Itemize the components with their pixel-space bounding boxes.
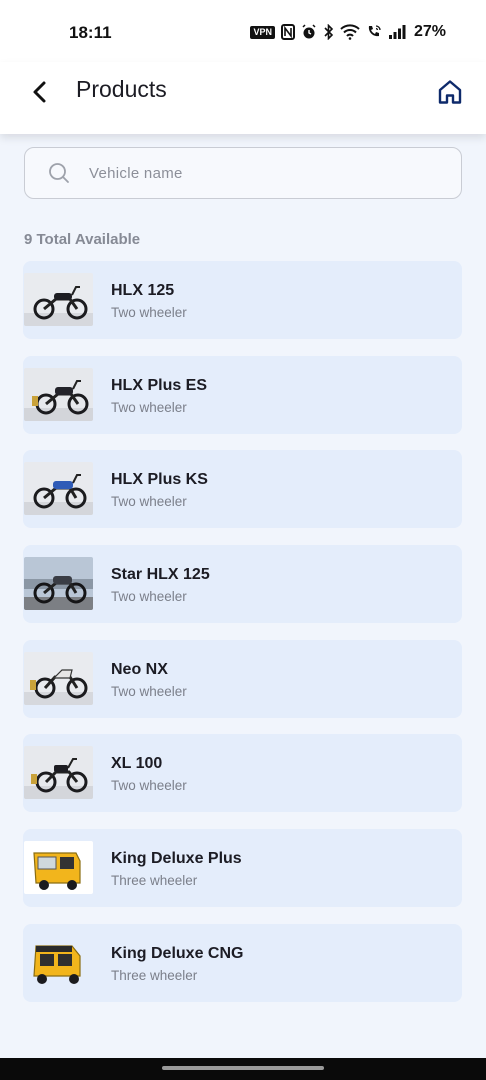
product-item[interactable]: King Deluxe Plus Three wheeler [23, 829, 462, 908]
product-item[interactable]: HLX Plus ES Two wheeler [23, 355, 462, 434]
vpn-icon: VPN [250, 25, 275, 39]
product-type: Two wheeler [111, 494, 187, 510]
back-button[interactable] [22, 74, 58, 110]
home-indicator[interactable] [162, 1066, 324, 1070]
content-area: 9 Total Available HLX 125 Two wheeler HL… [0, 134, 486, 1058]
wifi-calling-icon [366, 24, 382, 40]
wifi-icon [340, 24, 360, 40]
product-item[interactable]: XL 100 Two wheeler [23, 734, 462, 813]
product-name: HLX 125 [111, 282, 175, 299]
total-count: 9 Total Available [24, 231, 141, 248]
product-item[interactable]: HLX 125 Two wheeler [23, 261, 462, 339]
product-type: Two wheeler [111, 683, 187, 699]
signal-icon [388, 24, 406, 40]
product-type: Two wheeler [111, 305, 187, 320]
search-box[interactable] [24, 147, 462, 199]
search-icon [47, 161, 71, 185]
product-type: Two wheeler [111, 778, 187, 794]
motorcycle-image [24, 462, 93, 516]
bluetooth-icon [323, 24, 334, 40]
nfc-icon [280, 24, 295, 40]
app-header: Products [0, 62, 486, 134]
product-name: King Deluxe CNG [111, 944, 244, 962]
status-time: 18:11 [69, 23, 112, 42]
page-title: Products [76, 76, 167, 102]
product-name: HLX Plus KS [111, 471, 208, 489]
battery-level: 27% [413, 23, 446, 40]
search-input[interactable] [89, 158, 419, 188]
product-item[interactable]: Star HLX 125 Two wheeler [23, 545, 462, 624]
product-name: HLX Plus ES [111, 376, 208, 394]
motorcycle-image [24, 746, 93, 800]
chevron-left-icon [33, 81, 46, 103]
product-type: Three wheeler [111, 967, 198, 983]
motorcycle-image [24, 367, 93, 421]
auto-rickshaw-image [24, 935, 93, 989]
product-type: Two wheeler [111, 399, 187, 415]
product-item[interactable]: King Deluxe CNG Three wheeler [23, 923, 462, 1002]
home-icon [438, 80, 462, 104]
alarm-icon [301, 24, 317, 40]
auto-rickshaw-image [24, 841, 93, 895]
motorcycle-image [24, 557, 93, 611]
product-name: King Deluxe Plus [111, 850, 242, 868]
product-name: Neo NX [111, 660, 168, 678]
status-icons: VPN 27% [250, 22, 446, 42]
product-name: XL 100 [111, 755, 163, 773]
home-button[interactable] [432, 74, 468, 110]
product-list: HLX 125 Two wheeler HLX Plus ES Two whee… [23, 261, 462, 1019]
status-bar: 18:11 VPN 27% [0, 0, 486, 62]
motorcycle-image [24, 651, 93, 705]
product-item[interactable]: HLX Plus KS Two wheeler [23, 450, 462, 529]
product-name: Star HLX 125 [111, 566, 210, 584]
motorcycle-image [24, 273, 93, 326]
product-type: Three wheeler [111, 873, 198, 889]
product-type: Two wheeler [111, 589, 187, 605]
product-item[interactable]: Neo NX Two wheeler [23, 639, 462, 718]
